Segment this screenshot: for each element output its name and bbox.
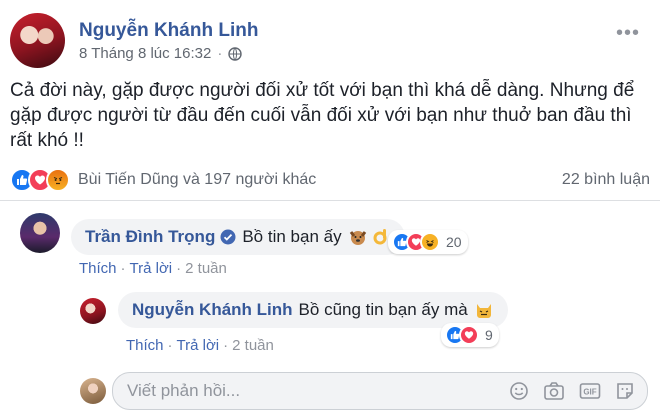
post-author-name[interactable]: Nguyễn Khánh Linh [79,20,258,42]
post-timestamp[interactable]: 8 Tháng 8 lúc 16:32 [79,45,211,62]
verified-icon [220,229,236,245]
current-user-avatar [80,378,106,404]
reply-text: Bồ cũng tin bạn ấy mà [298,300,468,319]
angry-icon [46,168,70,192]
comment-count[interactable]: 22 bình luận [562,171,650,189]
reply-author[interactable]: Nguyễn Khánh Linh [132,300,293,320]
comment-bubble: Trần Đình Trọng Bồ tin bạn ấy [71,219,405,255]
sticker-icon[interactable] [615,381,635,401]
action-separator: · [167,337,173,354]
svg-text:GIF: GIF [583,388,596,397]
action-separator: · [120,260,126,277]
love-icon [459,325,479,345]
divider [0,200,660,201]
meta-separator: · [217,45,223,62]
globe-icon [228,46,243,61]
comment-time[interactable]: 2 tuần [185,260,227,277]
camera-icon[interactable] [543,381,565,401]
dog-emoji-icon [349,231,366,245]
reply-input-placeholder[interactable]: Viết phản hồi... [127,381,509,401]
like-link[interactable]: Thích [79,260,117,277]
comment-text: Bồ tin bạn ấy [242,227,342,246]
reply-reactions[interactable]: 9 [441,323,499,347]
haha-icon [420,232,440,252]
commenter-avatar[interactable] [20,213,60,253]
comment-author[interactable]: Trần Đình Trọng [85,227,215,247]
reply-link[interactable]: Trả lời [130,260,173,277]
like-link[interactable]: Thích [126,337,164,354]
reply-link[interactable]: Trả lời [177,337,220,354]
emoji-icon[interactable] [509,381,529,401]
post-author-avatar[interactable] [10,13,65,68]
reply-input[interactable]: Viết phản hồi... GIF [112,372,648,410]
post-text: Cả đời này, gặp được người đối xử tốt vớ… [10,80,635,151]
gif-icon[interactable]: GIF [579,381,601,401]
more-icon[interactable]: ••• [616,22,640,45]
reply-input-tools: GIF [509,381,635,401]
reply-author-avatar[interactable] [80,298,106,324]
post-meta: 8 Tháng 8 lúc 16:32 · [79,45,243,62]
comment-actions: Thích · Trả lời · 2 tuần [79,260,227,277]
action-separator: · [223,337,229,354]
reply-time[interactable]: 2 tuần [232,337,274,354]
reply-reaction-count: 9 [485,327,493,343]
action-separator: · [176,260,182,277]
reactions-text[interactable]: Bùi Tiến Dũng và 197 người khác [78,171,316,189]
cat-emoji-icon [476,304,491,318]
comment-reaction-count: 20 [446,234,462,250]
reply-actions: Thích · Trả lời · 2 tuần [126,337,274,354]
reactions-summary[interactable]: Bùi Tiến Dũng và 197 người khác [10,168,316,192]
comment-reactions[interactable]: 20 [388,230,468,254]
